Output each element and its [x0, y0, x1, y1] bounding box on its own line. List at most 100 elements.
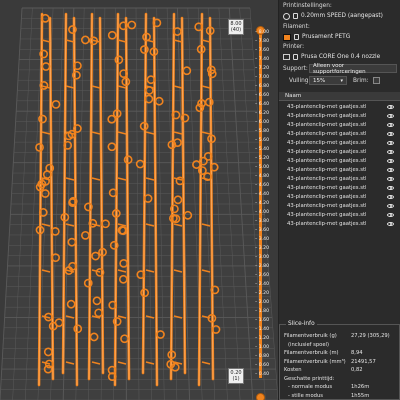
printer-value: Prusa CORE One 0.4 nozzle	[301, 54, 381, 60]
list-item[interactable]: 43-plantenclip-met gaatjes.stl	[279, 138, 400, 147]
slice-info-key: Filamentverbruik (g)	[284, 333, 337, 339]
layer-tick-label: – 2.00	[255, 300, 269, 305]
eye-icon[interactable]	[387, 104, 394, 109]
eye-icon[interactable]	[387, 131, 394, 136]
gear-icon	[283, 12, 290, 20]
eye-icon[interactable]	[387, 158, 394, 163]
slice-info-row: Geschatte printtijd:	[284, 376, 395, 382]
eye-icon[interactable]	[387, 113, 394, 118]
layer-tick-label: – 3.40	[255, 237, 269, 242]
slice-info-row: Kosten 0,82	[284, 367, 395, 373]
list-item[interactable]: 43-plantenclip-met gaatjes.stl	[279, 129, 400, 138]
slice-info-panel: Slice-info Filamentverbruik (g) 27,29 (30…	[279, 321, 400, 400]
layer-tick-label: – 4.20	[255, 201, 269, 206]
object-name: 43-plantenclip-met gaatjes.stl	[287, 166, 367, 173]
list-item[interactable]: 43-plantenclip-met gaatjes.stl	[279, 111, 400, 120]
layer-tick-label: – 1.60	[255, 318, 269, 323]
list-item[interactable]: 43-plantenclip-met gaatjes.stl	[279, 147, 400, 156]
list-item[interactable]: 43-plantenclip-met gaatjes.stl	[279, 210, 400, 219]
layer-tick-label: – 2.20	[255, 291, 269, 296]
list-item[interactable]: 43-plantenclip-met gaatjes.stl	[279, 219, 400, 228]
slice-info-value: 1h55m	[351, 392, 370, 399]
eye-icon[interactable]	[387, 176, 394, 181]
printer-select[interactable]: Prusa CORE One 0.4 nozzle	[283, 52, 398, 62]
list-item[interactable]: 43-plantenclip-met gaatjes.stl	[279, 156, 400, 165]
filament-label: Filament:	[283, 24, 310, 30]
layer-tick-label: – 7.20	[255, 66, 269, 71]
support-select[interactable]: Alleen voor supportforceringen	[309, 62, 397, 75]
print-profile-select[interactable]: 0.20mm SPEED (aangepast)	[283, 11, 398, 21]
layer-tick-label: – 7.60	[255, 48, 269, 53]
filament-value: Prusament PETG	[302, 34, 351, 40]
eye-icon[interactable]	[387, 212, 394, 217]
filament-color-icon	[283, 33, 291, 41]
eye-icon[interactable]	[387, 167, 394, 172]
layer-tick-label: – 4.60	[255, 183, 269, 188]
infill-select[interactable]: 15% ▾	[309, 76, 347, 85]
eye-icon[interactable]	[387, 149, 394, 154]
slice-info-value	[351, 342, 395, 348]
layer-tick-label: – 3.60	[255, 228, 269, 233]
eye-icon[interactable]	[387, 140, 394, 145]
layer-tick-label: – 3.00	[255, 255, 269, 260]
layer-tick-label: – 5.20	[255, 156, 269, 161]
layer-tick-label: – 5.80	[255, 129, 269, 134]
list-item[interactable]: 43-plantenclip-met gaatjes.stl	[279, 165, 400, 174]
layer-tick-label: – 1.40	[255, 327, 269, 332]
object-list: 43-plantenclip-met gaatjes.stl 43-planten…	[279, 102, 400, 228]
print-settings-label: Printinstellingen:	[283, 3, 332, 9]
support-label: Support:	[283, 66, 308, 72]
layer-tick-label: – 0.80	[255, 354, 269, 359]
list-item[interactable]: 43-plantenclip-met gaatjes.stl	[279, 183, 400, 192]
layer-tick-label: – 5.40	[255, 147, 269, 152]
filament-select[interactable]: Prusament PETG	[283, 32, 398, 42]
list-item[interactable]: 43-plantenclip-met gaatjes.stl	[279, 102, 400, 111]
printer-icon	[283, 54, 290, 60]
slice-info-value: 8,94	[351, 350, 363, 356]
layer-tick-label: – 5.00	[255, 165, 269, 170]
slice-info-key: - normale modus	[288, 384, 333, 390]
eye-icon[interactable]	[387, 221, 394, 226]
slider-top-value-badge: 8.00 (40)	[228, 19, 244, 35]
layer-tick-label: – 1.20	[255, 336, 269, 341]
eye-icon[interactable]	[387, 194, 394, 199]
layer-tick-label: – 2.60	[255, 273, 269, 278]
layer-tick-label: – 1.00	[255, 345, 269, 350]
slider-bottom-handle[interactable]	[256, 393, 265, 400]
object-name: 43-plantenclip-met gaatjes.stl	[287, 121, 367, 128]
object-name: 43-plantenclip-met gaatjes.stl	[287, 220, 367, 227]
infill-label: Vulling:	[289, 78, 311, 84]
object-list-name-column: Naam	[285, 93, 302, 99]
slice-info-value: 27,29 (305,29)	[351, 333, 390, 339]
slice-info-value	[351, 376, 395, 382]
list-item[interactable]: 43-plantenclip-met gaatjes.stl	[279, 201, 400, 210]
slice-info-value: 1h26m	[351, 384, 370, 390]
slice-info-row: (inclusief spoel)	[284, 342, 395, 348]
eye-icon[interactable]	[387, 185, 394, 190]
object-name: 43-plantenclip-met gaatjes.stl	[287, 112, 367, 119]
slice-info-value: 0,82	[351, 367, 363, 373]
lock-icon	[294, 34, 299, 40]
slice-info-row: Filamentverbruik (m) 8,94	[284, 350, 395, 356]
infill-value: 15%	[313, 77, 326, 84]
list-item[interactable]: 43-plantenclip-met gaatjes.stl	[279, 120, 400, 129]
list-item[interactable]: 43-plantenclip-met gaatjes.stl	[279, 192, 400, 201]
slice-info-row: - stille modus 1h55m	[284, 393, 395, 399]
layer-tick-label: – 2.40	[255, 282, 269, 287]
slice-info-row: Filamentverbruik (mm³) 21491,57	[284, 359, 395, 365]
3d-preview-viewport[interactable]: 8.00 (40) 0.20 (1) – 8.00 – 7.80 – 7.60 – 7…	[0, 0, 278, 400]
brim-checkbox[interactable]	[373, 77, 380, 84]
support-value: Alleen voor supportforceringen	[313, 62, 366, 75]
layer-tick-label: – 1.80	[255, 309, 269, 314]
eye-icon[interactable]	[387, 203, 394, 208]
layer-tick-label: – 3.80	[255, 219, 269, 224]
brim-label: Brim:	[353, 78, 369, 84]
slice-info-value: 21491,57	[351, 358, 376, 365]
print-preview-canvas[interactable]	[0, 0, 278, 400]
slice-info-key: (inclusief spoel)	[288, 341, 329, 348]
eye-icon[interactable]	[387, 122, 394, 127]
object-list-header[interactable]: Naam	[279, 92, 400, 101]
list-item[interactable]: 43-plantenclip-met gaatjes.stl	[279, 174, 400, 183]
layer-tick-label: – 6.60	[255, 93, 269, 98]
layer-tick-label: – 7.00	[255, 75, 269, 80]
